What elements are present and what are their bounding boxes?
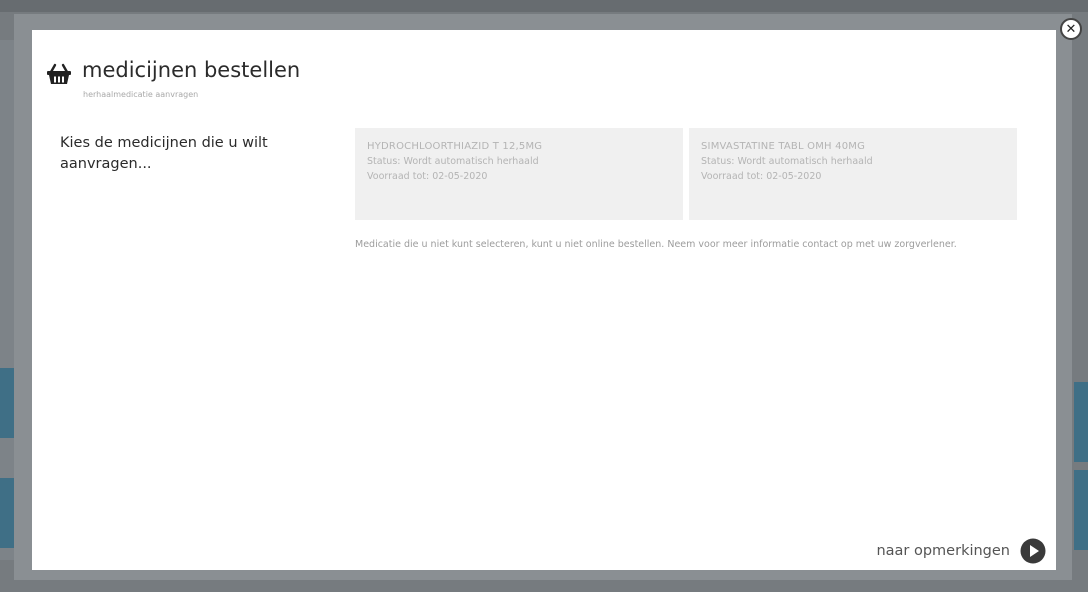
modal-content: medicijnen bestellen herhaalmedicatie aa… (32, 30, 1056, 570)
modal-title: medicijnen bestellen (82, 58, 301, 82)
background-header (0, 0, 1088, 12)
medication-status: Status: Wordt automatisch herhaald (701, 156, 873, 167)
background-tile (1074, 382, 1088, 462)
background-tile (1074, 470, 1088, 550)
next-to-remarks-button[interactable]: naar opmerkingen (876, 538, 1046, 564)
close-icon: ✕ (1065, 21, 1077, 37)
intro-text: Kies de medicijnen die u wilt aanvragen.… (60, 135, 268, 172)
medication-supply: Voorraad tot: 02-05-2020 (701, 171, 822, 182)
medication-status: Status: Wordt automatisch herhaald (367, 156, 539, 167)
medication-supply: Voorraad tot: 02-05-2020 (367, 171, 488, 182)
background-tile (0, 368, 14, 438)
medication-card: HYDROCHLOORTHIAZID T 12,5MG Status: Word… (355, 128, 683, 220)
basket-icon (47, 63, 71, 84)
arrow-right-circle-icon (1020, 538, 1046, 564)
background-tile (0, 478, 14, 548)
medication-name: HYDROCHLOORTHIAZID T 12,5MG (367, 141, 543, 152)
order-medication-modal: medicijnen bestellen herhaalmedicatie aa… (14, 14, 1072, 580)
medication-name: SIMVASTATINE TABL OMH 40MG (701, 141, 866, 152)
modal-subtitle: herhaalmedicatie aanvragen (83, 90, 199, 99)
info-note: Medicatie die u niet kunt selecteren, ku… (355, 239, 957, 250)
medication-card: SIMVASTATINE TABL OMH 40MG Status: Wordt… (689, 128, 1017, 220)
next-label: naar opmerkingen (876, 543, 1010, 559)
close-button[interactable]: ✕ (1060, 18, 1082, 40)
